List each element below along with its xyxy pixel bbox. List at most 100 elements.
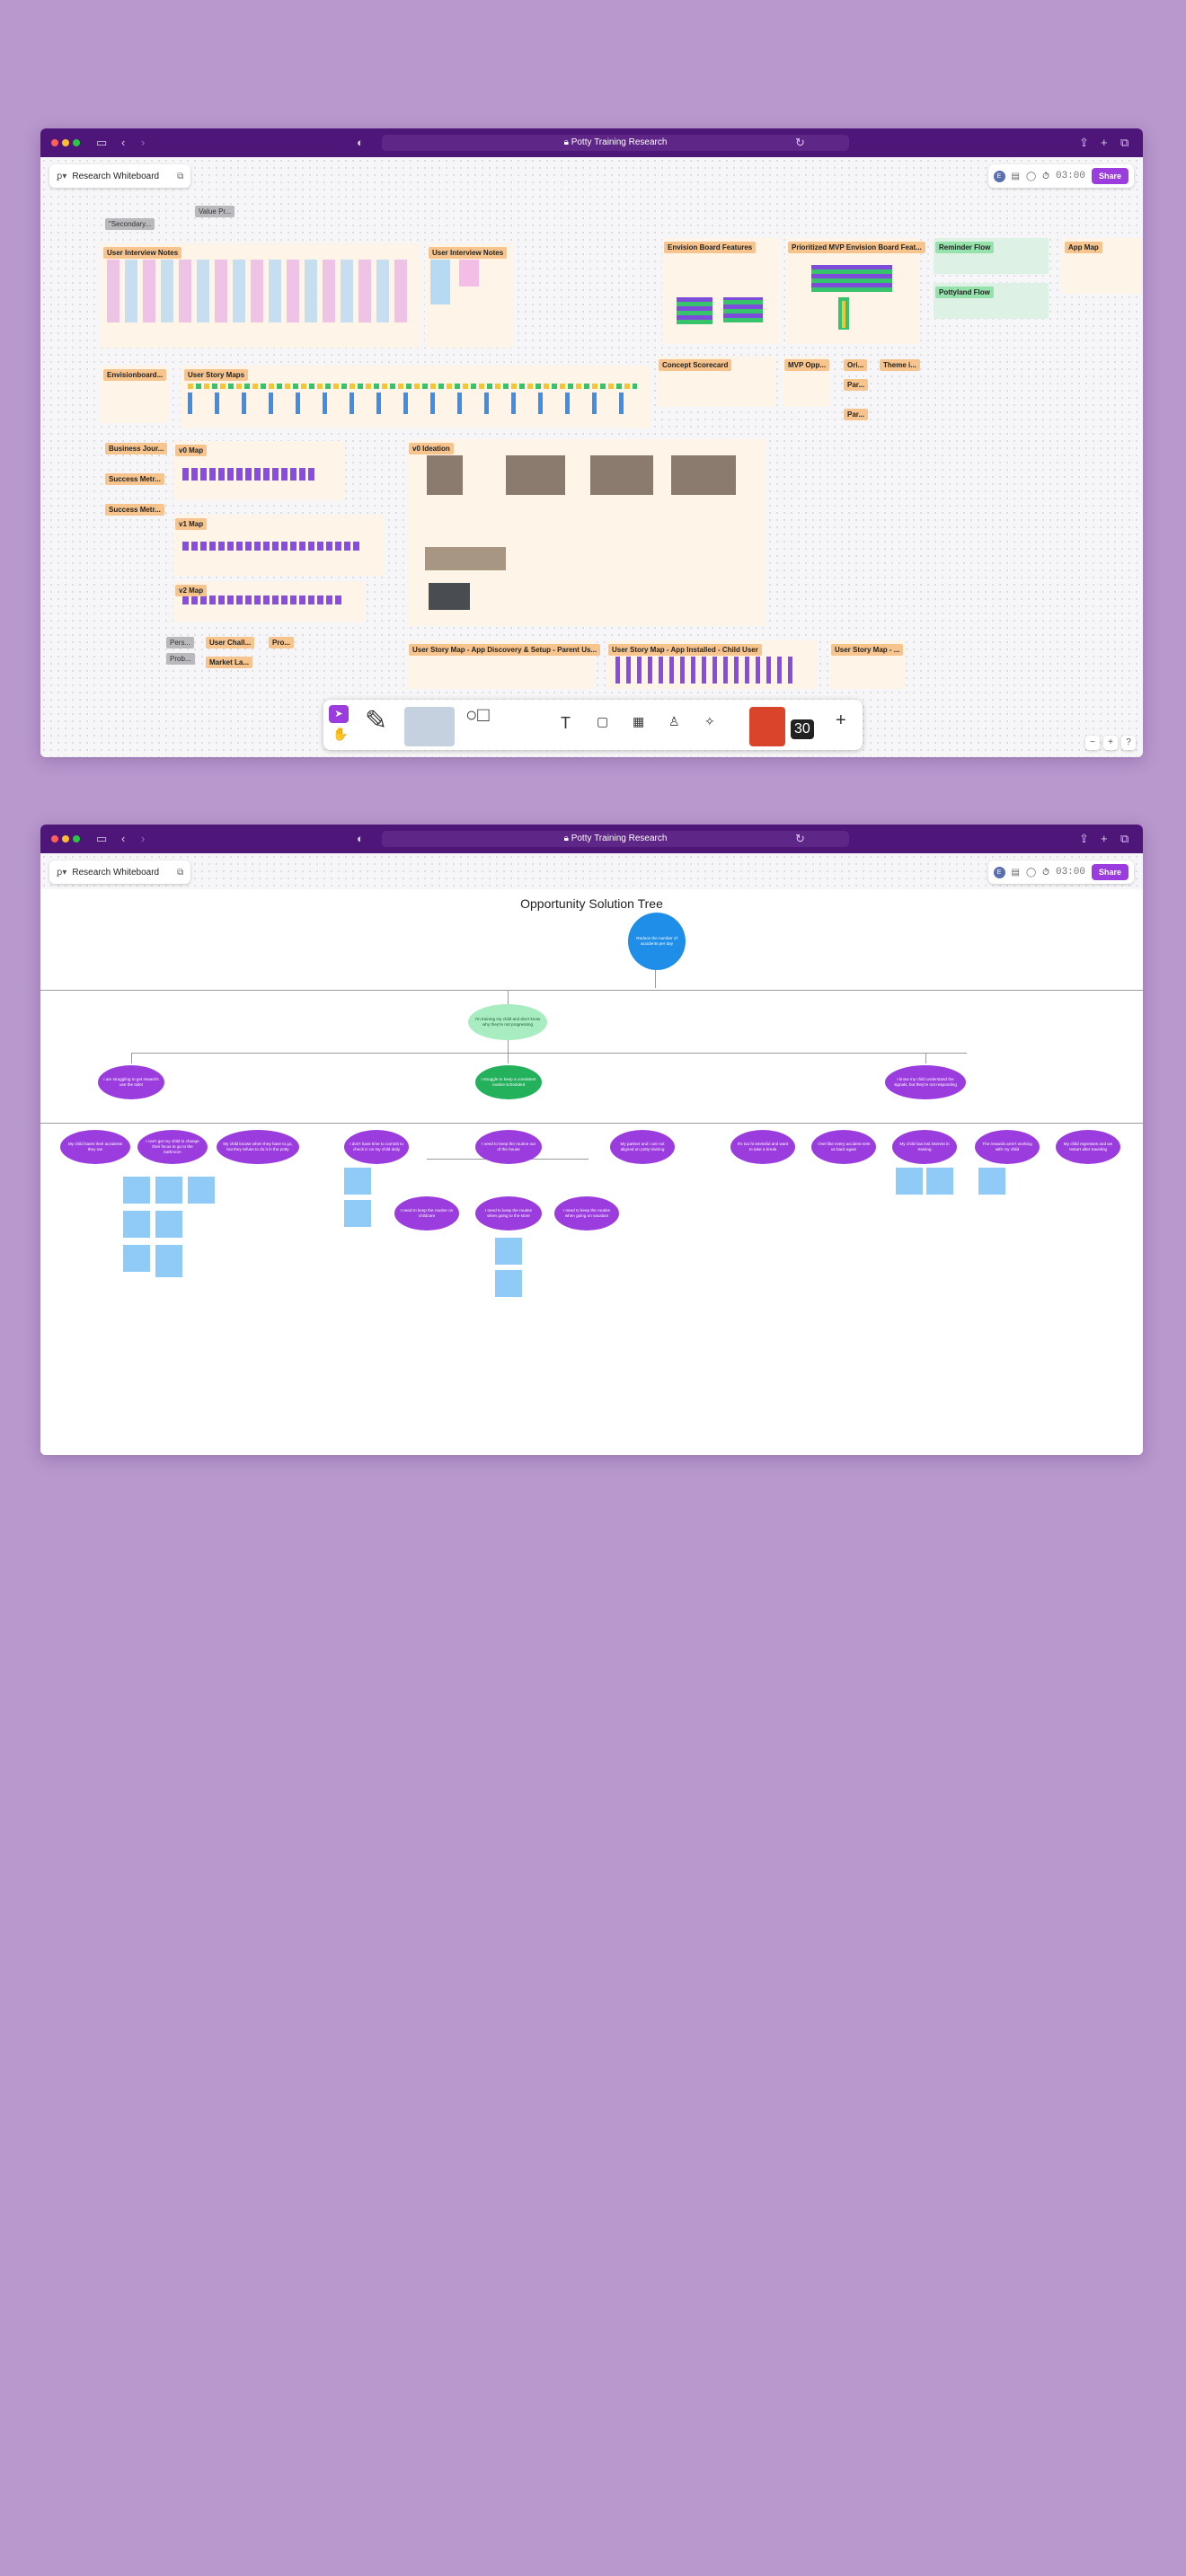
- frame-prio-mvp[interactable]: [786, 238, 919, 344]
- cursor-icon[interactable]: ➤: [329, 705, 349, 723]
- zoom-in-button[interactable]: +: [1103, 736, 1118, 750]
- mid-child-0[interactable]: I don't have time to commit to check in …: [344, 1130, 409, 1164]
- minimize-window-icon[interactable]: [62, 835, 69, 842]
- address-bar[interactable]: 🔒︎ Potty Training Research: [382, 135, 849, 151]
- copy-icon[interactable]: ⧉: [177, 172, 183, 181]
- frame-label-uin-2[interactable]: User Interview Notes: [429, 247, 508, 259]
- right-child-4[interactable]: My child regresses and we restart after …: [1056, 1130, 1120, 1164]
- right-child-3[interactable]: The rewards aren't working with my child: [975, 1130, 1040, 1164]
- comment-icon[interactable]: ◯: [1026, 868, 1036, 878]
- reload-icon[interactable]: ↻: [795, 136, 805, 150]
- frame-label-business-journey[interactable]: Business Jour...: [105, 443, 168, 454]
- right-child-0[interactable]: It's too hi stressful and want to take a…: [730, 1130, 795, 1164]
- sticky-note[interactable]: [978, 1168, 1005, 1195]
- frame-label-ori[interactable]: Ori...: [844, 359, 868, 371]
- timer-icon[interactable]: ⏱: [1042, 172, 1049, 181]
- zoom-out-button[interactable]: −: [1085, 736, 1100, 750]
- frame-label-market[interactable]: Market La...: [206, 657, 253, 668]
- share-icon[interactable]: ⇪: [1079, 832, 1089, 846]
- close-window-icon[interactable]: [51, 835, 58, 842]
- ost-board[interactable]: Opportunity Solution Tree Reduce the num…: [40, 889, 1143, 1455]
- new-tab-icon[interactable]: +: [1101, 136, 1108, 150]
- whiteboard-canvas[interactable]: ꝑ▾ Research Whiteboard ⧉ E ▤ ◯ ⏱ 03:00 S…: [40, 157, 1143, 757]
- left-child-1[interactable]: I can't get my child to change their foc…: [137, 1130, 208, 1164]
- frame-label-success-metrics-2[interactable]: Success Metr...: [105, 504, 164, 516]
- shapes-icon[interactable]: ○□: [465, 703, 490, 727]
- maximize-window-icon[interactable]: [73, 835, 80, 842]
- frame-label-user-story-maps[interactable]: User Story Maps: [184, 369, 249, 381]
- frame-label-v0-ideation[interactable]: v0 Ideation: [409, 443, 454, 454]
- pen-icon[interactable]: ✎: [365, 705, 387, 737]
- timer-icon[interactable]: ⏱: [1042, 868, 1049, 878]
- copy-icon[interactable]: ⧉: [177, 868, 183, 878]
- sticky-note[interactable]: [495, 1238, 522, 1265]
- frame-label-usm-parent[interactable]: User Story Map - App Discovery & Setup -…: [409, 644, 601, 656]
- frame-v0-ideation[interactable]: [407, 439, 765, 626]
- mid-grand-0[interactable]: I need to keep the routine on childcare: [394, 1196, 459, 1231]
- shield-icon[interactable]: ◐: [357, 136, 364, 150]
- frame-uin-2[interactable]: [425, 243, 513, 348]
- frame-label-user-chall[interactable]: User Chall...: [206, 637, 255, 648]
- layout-icon[interactable]: ▤: [1012, 868, 1020, 878]
- avatar[interactable]: E: [993, 170, 1005, 182]
- timer[interactable]: 03:00: [1056, 171, 1085, 181]
- frame-label-v0-map[interactable]: v0 Map: [175, 445, 208, 456]
- right-child-2[interactable]: My child has lost interest in training: [892, 1130, 957, 1164]
- table-icon[interactable]: ▦: [633, 714, 644, 729]
- close-window-icon[interactable]: [51, 139, 58, 146]
- frame-label-secondary[interactable]: "Secondary...: [105, 218, 155, 230]
- tabs-icon[interactable]: ⧉: [1120, 136, 1128, 150]
- frame-label-app-map[interactable]: App Map: [1065, 242, 1102, 253]
- forward-icon[interactable]: ›: [141, 832, 145, 846]
- tabs-icon[interactable]: ⧉: [1120, 832, 1128, 846]
- frame-label-v2-map[interactable]: v2 Map: [175, 585, 208, 596]
- sticky-note[interactable]: [123, 1211, 150, 1238]
- file-menu[interactable]: ꝑ▾ Research Whiteboard ⧉: [49, 860, 191, 884]
- timer[interactable]: 03:00: [1056, 867, 1085, 878]
- avatar[interactable]: E: [993, 866, 1005, 878]
- share-button[interactable]: Share: [1091, 864, 1128, 880]
- file-icon[interactable]: ꝑ▾: [57, 172, 66, 181]
- left-child-2[interactable]: My child knows when they have to go, but…: [217, 1130, 299, 1164]
- outcome-node[interactable]: Reduce the number of accidents per day: [628, 913, 686, 970]
- shield-icon[interactable]: ◐: [357, 832, 364, 846]
- left-child-0[interactable]: My child hates their accidents they ran: [60, 1130, 130, 1164]
- frame-label-success-metrics-1[interactable]: Success Metr...: [105, 473, 164, 485]
- mid-grand-2[interactable]: I need to keep the routine when going on…: [554, 1196, 619, 1231]
- file-icon[interactable]: ꝑ▾: [57, 868, 66, 878]
- frame-label-concept-scorecard[interactable]: Concept Scorecard: [659, 359, 732, 371]
- frame-envision-features[interactable]: [662, 238, 779, 344]
- help-button[interactable]: ?: [1121, 736, 1136, 750]
- sticky-note[interactable]: [123, 1177, 150, 1204]
- share-icon[interactable]: ⇪: [1079, 136, 1089, 150]
- sidebar-icon[interactable]: ▭: [96, 136, 107, 150]
- sticky-note[interactable]: [188, 1177, 215, 1204]
- opportunity-left[interactable]: I am struggling to get reward's use the …: [98, 1065, 164, 1099]
- forward-icon[interactable]: ›: [141, 136, 145, 150]
- back-icon[interactable]: ‹: [121, 832, 125, 846]
- mid-child-1[interactable]: I need to keep the routine out of the ho…: [475, 1130, 542, 1164]
- comment-icon[interactable]: ◯: [1026, 172, 1036, 181]
- sticky-note[interactable]: [123, 1245, 150, 1272]
- frame-label-value-prop[interactable]: Value Pr...: [195, 206, 235, 217]
- new-tab-icon[interactable]: +: [1101, 832, 1108, 846]
- file-name[interactable]: Research Whiteboard: [72, 868, 159, 878]
- reload-icon[interactable]: ↻: [795, 832, 805, 846]
- shape-fill-icon[interactable]: [404, 707, 455, 746]
- add-icon[interactable]: +: [836, 710, 846, 731]
- maximize-window-icon[interactable]: [73, 139, 80, 146]
- frame-label-pottyland-flow[interactable]: Pottyland Flow: [935, 287, 994, 298]
- frame-label-v1-map[interactable]: v1 Map: [175, 518, 208, 530]
- sticky-note[interactable]: [926, 1168, 953, 1195]
- sticky-icon[interactable]: ▢: [597, 714, 608, 729]
- frame-label-par-1[interactable]: Par...: [844, 379, 869, 391]
- sticky-note[interactable]: [155, 1245, 182, 1277]
- sticky-note[interactable]: [344, 1200, 371, 1227]
- sticky-note[interactable]: [344, 1168, 371, 1195]
- magic-icon[interactable]: ✧: [704, 714, 715, 729]
- frame-label-envision-features[interactable]: Envision Board Features: [664, 242, 757, 253]
- text-icon[interactable]: T: [561, 714, 571, 733]
- frame-uin-1[interactable]: [100, 243, 420, 348]
- frame-label-usm-child[interactable]: User Story Map - App Installed - Child U…: [608, 644, 762, 656]
- frame-label-prio-mvp[interactable]: Prioritized MVP Envision Board Feat...: [788, 242, 925, 253]
